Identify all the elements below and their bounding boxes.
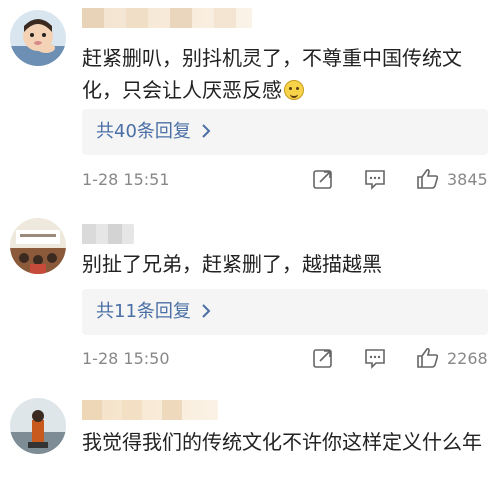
reply-count-label: 共11条回复 bbox=[96, 301, 191, 322]
avatar[interactable] bbox=[10, 218, 66, 274]
username-redacted[interactable] bbox=[82, 8, 252, 28]
comment-icon[interactable] bbox=[364, 168, 386, 192]
reply-count-label: 共40条回复 bbox=[96, 121, 191, 142]
thumbs-up-icon[interactable] bbox=[416, 347, 440, 371]
view-replies-link[interactable]: 共40条回复 bbox=[96, 118, 211, 146]
timestamp: 1-28 15:51 bbox=[82, 170, 170, 189]
avatar[interactable] bbox=[10, 398, 66, 454]
replies-box[interactable]: 共11条回复 bbox=[82, 289, 488, 335]
chevron-right-icon bbox=[201, 118, 211, 146]
comment-icon[interactable] bbox=[364, 347, 386, 371]
thumbs-up-icon[interactable] bbox=[416, 168, 440, 192]
chevron-right-icon bbox=[201, 298, 211, 326]
timestamp: 1-28 15:50 bbox=[82, 349, 170, 368]
comment-body: 我觉得我们的传统文化不许你这样定义什么年 bbox=[82, 430, 482, 454]
comment-text: 我觉得我们的传统文化不许你这样定义什么年 bbox=[82, 426, 490, 458]
comment-meta: 1-28 15:50 2268 bbox=[82, 347, 490, 371]
view-replies-link[interactable]: 共11条回复 bbox=[96, 298, 211, 326]
share-icon[interactable] bbox=[312, 347, 334, 371]
avatar[interactable] bbox=[10, 10, 66, 66]
hug-face-emoji-icon bbox=[284, 80, 304, 100]
replies-box[interactable]: 共40条回复 bbox=[82, 109, 488, 155]
comment-body: 赶紧删叭，别抖机灵了，不尊重中国传统文化，只会让人厌恶反感 bbox=[82, 46, 462, 102]
comment-text: 赶紧删叭，别抖机灵了，不尊重中国传统文化，只会让人厌恶反感 bbox=[82, 42, 490, 106]
username-redacted[interactable] bbox=[82, 400, 218, 420]
like-count: 3845 bbox=[447, 170, 488, 189]
comment-body: 别扯了兄弟，赶紧删了，越描越黑 bbox=[82, 252, 382, 276]
username-redacted[interactable] bbox=[82, 224, 134, 244]
comment-meta: 1-28 15:51 3845 bbox=[82, 168, 490, 192]
comment-text: 别扯了兄弟，赶紧删了，越描越黑 bbox=[82, 248, 490, 280]
like-count: 2268 bbox=[447, 349, 488, 368]
share-icon[interactable] bbox=[312, 168, 334, 192]
